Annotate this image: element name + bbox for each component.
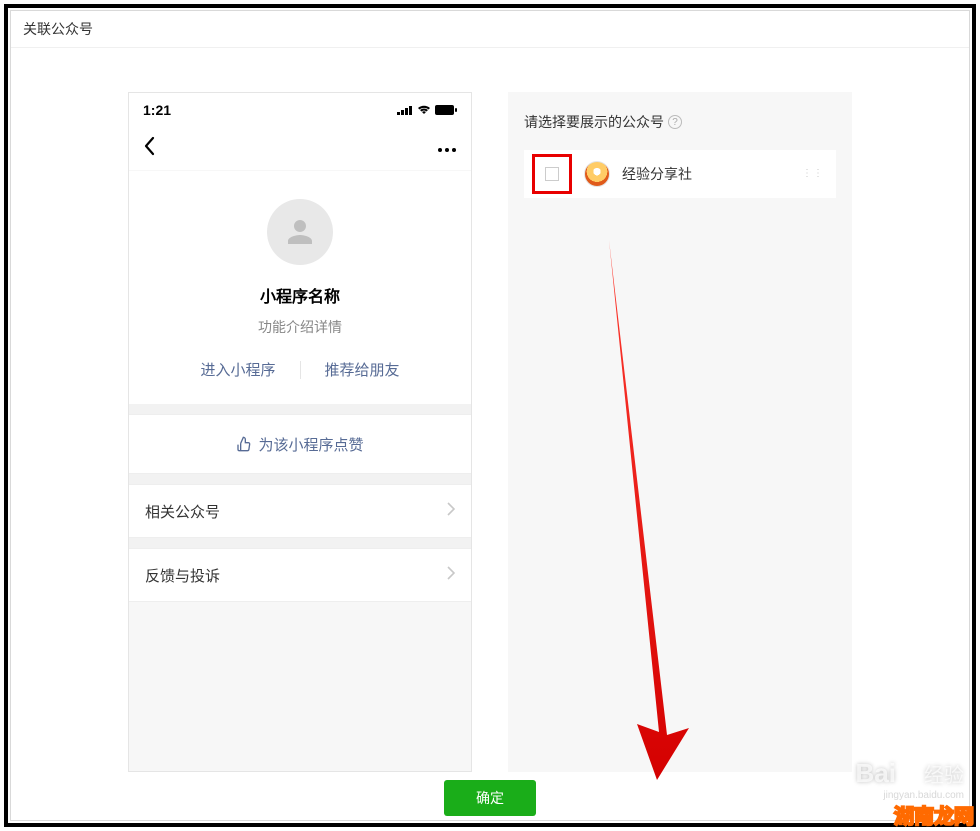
account-row[interactable]: 经验分享社 ⋮⋮ xyxy=(524,150,836,198)
recommend-link[interactable]: 推荐给朋友 xyxy=(301,359,424,380)
chevron-right-icon xyxy=(447,566,455,584)
phone-preview: 1:21 xyxy=(128,92,472,772)
app-avatar-placeholder xyxy=(267,199,333,265)
phone-status-bar: 1:21 xyxy=(129,93,471,127)
phone-nav-bar xyxy=(129,127,471,171)
related-accounts-label: 相关公众号 xyxy=(145,501,220,522)
dialog-title: 关联公众号 xyxy=(11,11,969,48)
app-name: 小程序名称 xyxy=(260,283,340,307)
wifi-icon xyxy=(417,105,431,115)
more-icon[interactable] xyxy=(437,140,457,158)
related-accounts-row[interactable]: 相关公众号 xyxy=(129,484,471,538)
panel-title-text: 请选择要展示的公众号 xyxy=(524,112,664,132)
chevron-right-icon xyxy=(447,502,455,520)
select-account-panel: 请选择要展示的公众号 ? 经验分享社 ⋮⋮ xyxy=(508,92,852,772)
account-avatar xyxy=(584,161,610,187)
panel-title: 请选择要展示的公众号 ? xyxy=(524,112,836,132)
status-time: 1:21 xyxy=(143,102,171,118)
praise-label: 为该小程序点赞 xyxy=(258,434,363,455)
praise-row[interactable]: 为该小程序点赞 xyxy=(129,414,471,474)
help-icon[interactable]: ? xyxy=(668,115,682,129)
thumbs-up-icon xyxy=(236,436,252,452)
checkbox-highlight xyxy=(532,154,572,194)
app-description: 功能介绍详情 xyxy=(258,317,342,337)
battery-icon xyxy=(435,105,457,115)
drag-handle-icon[interactable]: ⋮⋮ xyxy=(802,172,824,176)
status-icons xyxy=(397,105,457,115)
enter-miniprogram-link[interactable]: 进入小程序 xyxy=(176,359,299,380)
account-name: 经验分享社 xyxy=(622,164,790,184)
signal-icon xyxy=(397,105,413,115)
feedback-label: 反馈与投诉 xyxy=(145,565,220,586)
confirm-button[interactable]: 确定 xyxy=(444,780,536,816)
profile-section: 小程序名称 功能介绍详情 进入小程序 推荐给朋友 xyxy=(129,171,471,404)
back-icon[interactable] xyxy=(143,136,155,161)
account-checkbox[interactable] xyxy=(545,167,559,181)
feedback-row[interactable]: 反馈与投诉 xyxy=(129,548,471,602)
